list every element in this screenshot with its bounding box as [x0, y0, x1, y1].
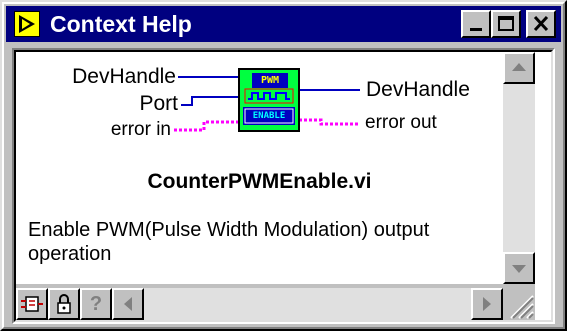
resize-grip[interactable] [503, 288, 535, 320]
down-arrow-icon [512, 265, 526, 273]
close-button[interactable] [526, 10, 556, 38]
left-arrow-icon [124, 297, 132, 311]
output-label-devhandle: DevHandle [366, 78, 470, 101]
maximize-icon [498, 16, 514, 31]
vi-description: Enable PWM(Pulse Width Modulation) outpu… [28, 219, 430, 265]
resize-grip-icon [503, 288, 535, 320]
icon-label-pwm: PWM [260, 75, 280, 86]
minimize-icon [470, 28, 482, 31]
input-label-devhandle: DevHandle [72, 65, 176, 88]
close-icon [533, 15, 549, 32]
help-button[interactable]: ? [80, 288, 112, 320]
scroll-down-button[interactable] [503, 252, 535, 284]
maximize-button[interactable] [491, 10, 521, 38]
scroll-left-button[interactable] [112, 288, 144, 320]
icon-label-enable: ENABLE [252, 111, 286, 121]
output-label-error-out: error out [365, 112, 437, 133]
title-bar[interactable]: Context Help [6, 6, 561, 42]
input-label-port: Port [139, 92, 178, 115]
labview-app-icon [14, 11, 40, 37]
lock-button[interactable] [48, 288, 80, 320]
help-content-frame: PWM ENABLE DevHandle Port error in DevHa… [12, 48, 555, 324]
context-help-window: Context Help PWM ENABLE DevHandle Port e… [0, 0, 567, 331]
minimize-button[interactable] [461, 10, 491, 38]
question-mark-icon: ? [89, 293, 103, 315]
lock-icon [57, 294, 71, 314]
simple-diagram-button[interactable] [16, 288, 48, 320]
vertical-scrollbar[interactable] [503, 52, 535, 284]
help-content-area: PWM ENABLE DevHandle Port error in DevHa… [14, 50, 553, 322]
window-title: Context Help [50, 11, 192, 37]
horizontal-scroll-track[interactable] [144, 288, 471, 320]
up-arrow-icon [512, 63, 526, 71]
input-label-error-in: error in [110, 119, 171, 140]
simple-diagram-icon [21, 296, 43, 312]
right-arrow-icon [483, 297, 491, 311]
help-pane: PWM ENABLE DevHandle Port error in DevHa… [16, 52, 503, 284]
scroll-right-button[interactable] [471, 288, 503, 320]
vi-name: CounterPWMEnable.vi [147, 170, 372, 193]
scroll-up-button[interactable] [503, 52, 535, 84]
bottom-toolbar: ? [16, 284, 535, 320]
